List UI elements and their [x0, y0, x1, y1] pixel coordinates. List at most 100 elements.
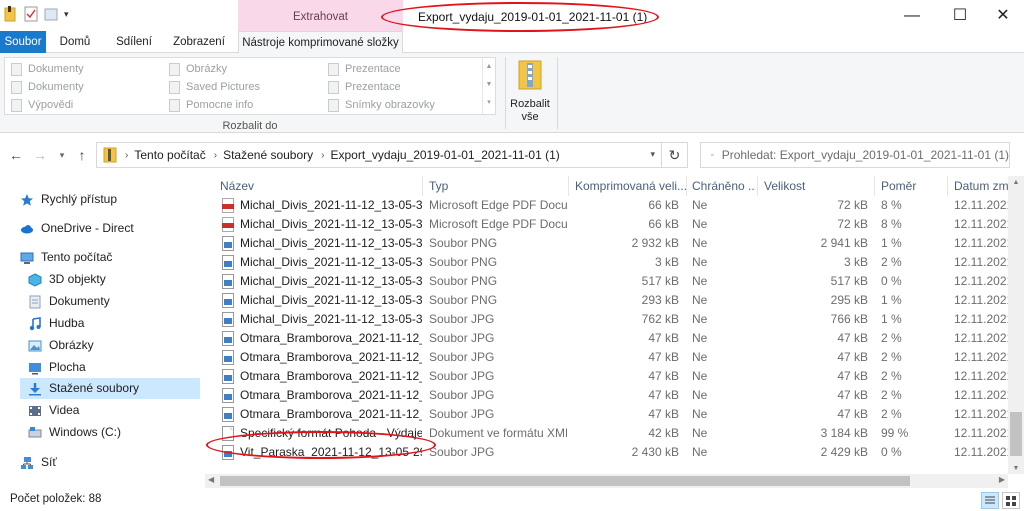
breadcrumb-downloads[interactable]: Stažené soubory [223, 148, 313, 162]
nav-item-3d-objects[interactable]: 3D objekty [28, 269, 200, 290]
file-name[interactable]: Specifický formát Pohoda - Výdaje [222, 424, 422, 443]
column-divider[interactable] [757, 176, 758, 196]
gallery-item[interactable]: Saved Pictures [169, 78, 260, 96]
new-folder-icon[interactable] [44, 6, 58, 22]
column-header-name[interactable]: Název [216, 176, 421, 196]
nav-item-desktop[interactable]: Plocha [28, 357, 200, 378]
gallery-up-icon[interactable]: ▲ [483, 58, 495, 76]
gallery-item[interactable]: Prezentace [328, 60, 435, 78]
nav-item-network[interactable]: Síť [20, 452, 200, 473]
file-row[interactable]: Michal_Divis_2021-11-12_13-05-35_... Soub… [210, 253, 1008, 272]
gallery-item[interactable]: Snímky obrazovky [328, 96, 435, 114]
file-row[interactable]: Otmara_Bramborova_2021-11-12_1... Soubor … [210, 348, 1008, 367]
gallery-scroll[interactable]: ▲ ▼ ▾ [482, 58, 495, 114]
file-name[interactable]: Michal_Divis_2021-11-12_13-05-35_... [222, 215, 422, 234]
scroll-up-icon[interactable]: ▲ [1008, 179, 1024, 186]
tab-home[interactable]: Domů [52, 31, 98, 53]
gallery-item[interactable]: Výpovědi [11, 96, 84, 114]
column-header-type[interactable]: Typ [425, 176, 565, 196]
file-row[interactable]: Michal_Divis_2021-11-12_13-05-35_... Soub… [210, 234, 1008, 253]
nav-item-onedrive[interactable]: OneDrive - Direct [20, 218, 200, 239]
details-view-button[interactable] [981, 492, 999, 509]
file-name[interactable]: Michal_Divis_2021-11-12_13-05-35_... [222, 196, 422, 215]
file-name[interactable]: Vit_Paraska_2021-11-12_13-05-29_... [222, 443, 422, 462]
breadcrumb-this-pc[interactable]: Tento počítač [134, 148, 205, 162]
extract-all-button[interactable]: Rozbalit vše [507, 57, 553, 125]
file-row[interactable]: Vit_Paraska_2021-11-12_13-05-29_... Soubo… [210, 443, 1008, 462]
column-divider[interactable] [686, 176, 687, 196]
column-divider[interactable] [568, 176, 569, 196]
tab-compressed-folder-tools[interactable]: Nástroje komprimované složky [238, 31, 403, 54]
horizontal-scroll-thumb[interactable] [220, 476, 910, 486]
tab-share[interactable]: Sdílení [106, 31, 162, 53]
tab-view[interactable]: Zobrazení [168, 31, 230, 53]
gallery-down-icon[interactable]: ▼ [483, 76, 495, 94]
nav-item-videos[interactable]: Videa [28, 400, 200, 421]
maximize-button[interactable]: ☐ [937, 4, 983, 28]
properties-icon[interactable] [24, 6, 38, 22]
file-row[interactable]: Otmara_Bramborova_2021-11-12_1... Soubor … [210, 329, 1008, 348]
file-row[interactable]: Michal_Divis_2021-11-12_13-05-35_... Micr… [210, 215, 1008, 234]
file-name[interactable]: Michal_Divis_2021-11-12_13-05-35_... [222, 272, 422, 291]
file-name[interactable]: Michal_Divis_2021-11-12_13-05-35_... [222, 291, 422, 310]
scroll-left-icon[interactable]: ◀ [208, 475, 214, 484]
back-button[interactable]: ← [6, 145, 26, 165]
scroll-right-icon[interactable]: ▶ [999, 475, 1005, 484]
file-row[interactable]: Michal_Divis_2021-11-12_13-05-36_... Soub… [210, 310, 1008, 329]
gallery-expand-icon[interactable]: ▾ [483, 94, 495, 112]
minimize-button[interactable]: — [889, 4, 935, 28]
nav-item-quick-access[interactable]: Rychlý přístup [20, 189, 200, 210]
gallery-item[interactable]: Dokumenty [11, 78, 84, 96]
refresh-button[interactable]: ↻ [662, 142, 688, 168]
gallery-item[interactable]: Obrázky [169, 60, 260, 78]
column-header-compressed-size[interactable]: Komprimovaná veli... [571, 176, 686, 196]
column-divider[interactable] [947, 176, 948, 196]
file-name[interactable]: Otmara_Bramborova_2021-11-12_1... [222, 348, 422, 367]
file-name[interactable]: Otmara_Bramborova_2021-11-12_1... [222, 386, 422, 405]
close-button[interactable]: ✕ [980, 4, 1024, 28]
large-icons-view-button[interactable] [1002, 492, 1020, 509]
file-row[interactable]: Otmara_Bramborova_2021-11-12_1... Soubor … [210, 386, 1008, 405]
file-row[interactable]: Otmara_Bramborova_2021-11-12_1... Soubor … [210, 367, 1008, 386]
address-bar[interactable]: › Tento počítač › Stažené soubory › Expo… [96, 142, 662, 168]
file-name[interactable]: Michal_Divis_2021-11-12_13-05-35_... [222, 253, 422, 272]
nav-item-drive-c[interactable]: Windows (C:) [28, 422, 200, 443]
address-dropdown-icon[interactable]: ▾ [650, 149, 655, 160]
gallery-item[interactable]: Pomocne info [169, 96, 260, 114]
breadcrumb-separator-icon[interactable]: › [214, 150, 217, 161]
file-row[interactable]: Michal_Divis_2021-11-12_13-05-35_... Soub… [210, 272, 1008, 291]
file-name[interactable]: Michal_Divis_2021-11-12_13-05-36_... [222, 310, 422, 329]
column-header-ratio[interactable]: Poměr [877, 176, 947, 196]
qat-dropdown-icon[interactable]: ▾ [64, 9, 69, 20]
recent-locations-icon[interactable]: ▾ [52, 145, 72, 165]
forward-button[interactable]: → [30, 145, 50, 165]
file-name[interactable]: Otmara_Bramborova_2021-11-12_1... [222, 367, 422, 386]
breadcrumb-separator-icon[interactable]: › [321, 150, 324, 161]
column-header-protected[interactable]: Chráněno ... [688, 176, 756, 196]
column-divider[interactable] [422, 176, 423, 196]
file-row[interactable]: Michal_Divis_2021-11-12_13-05-35_... Micr… [210, 196, 1008, 215]
tab-file[interactable]: Soubor [0, 31, 46, 53]
nav-item-music[interactable]: Hudba [28, 313, 200, 334]
gallery-item[interactable]: Dokumenty [11, 60, 84, 78]
nav-item-documents[interactable]: Dokumenty [28, 291, 200, 312]
file-name[interactable]: Michal_Divis_2021-11-12_13-05-35_... [222, 234, 422, 253]
search-box[interactable]: Prohledat: Export_vydaju_2019-01-01_2021… [700, 142, 1010, 168]
nav-item-downloads[interactable]: Stažené soubory [20, 378, 200, 399]
vertical-scroll-thumb[interactable] [1010, 412, 1022, 456]
column-header-date[interactable]: Datum zme [950, 176, 1008, 196]
breadcrumb-separator-icon[interactable]: › [125, 150, 128, 161]
file-name[interactable]: Otmara_Bramborova_2021-11-12_1... [222, 405, 422, 424]
scroll-down-icon[interactable]: ▼ [1008, 465, 1024, 472]
file-row[interactable]: Specifický formát Pohoda - Výdaje Dokumen… [210, 424, 1008, 443]
search-input[interactable]: Prohledat: Export_vydaju_2019-01-01_2021… [722, 148, 1009, 162]
up-button[interactable]: ↑ [72, 145, 92, 165]
file-row[interactable]: Otmara_Bramborova_2021-11-12_1... Soubor … [210, 405, 1008, 424]
column-divider[interactable] [874, 176, 875, 196]
gallery-item[interactable]: Prezentace [328, 78, 435, 96]
nav-item-pictures[interactable]: Obrázky [28, 335, 200, 356]
file-name[interactable]: Otmara_Bramborova_2021-11-12_1... [222, 329, 422, 348]
nav-item-this-pc[interactable]: Tento počítač [20, 247, 200, 268]
breadcrumb-current-folder[interactable]: Export_vydaju_2019-01-01_2021-11-01 (1) [330, 148, 559, 162]
file-row[interactable]: Michal_Divis_2021-11-12_13-05-35_... Soub… [210, 291, 1008, 310]
